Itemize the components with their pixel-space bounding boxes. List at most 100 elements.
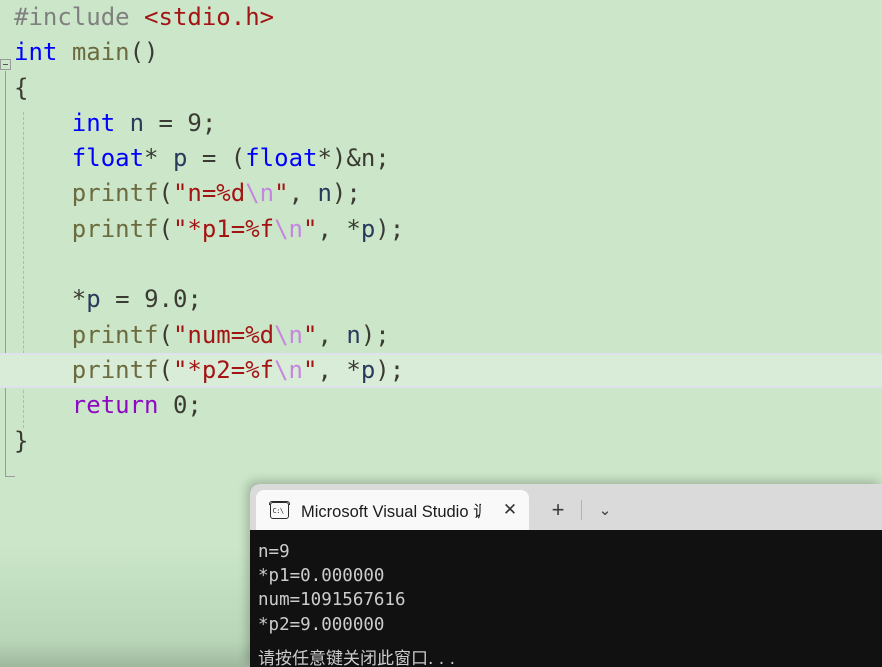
code-line-text: float* p = (float*)&n; [14,141,390,176]
code-token: *) [317,144,347,173]
code-token: " [303,355,318,384]
code-line-text: printf("num=%d\n", n); [14,318,390,353]
code-content[interactable]: #include <stdio.h> int main(){ int n = 9;… [0,0,882,459]
code-line-text: *p = 9.0; [14,282,202,317]
chevron-down-icon[interactable]: ⌄ [588,490,622,530]
code-token: "*p1=%f [172,214,275,243]
terminal-output-line: *p1=0.000000 [258,566,385,587]
code-token: p [360,355,376,384]
code-line-text: { [14,71,28,106]
code-line-text: printf("*p1=%f\n", *p); [14,212,404,247]
code-token: <stdio.h> [144,3,275,31]
code-line[interactable]: int main() [0,35,882,70]
code-token: ; [187,285,202,314]
code-line[interactable] [0,247,882,282]
terminal-tab-title: Microsoft Visual Studio 调试挖 [301,503,481,521]
terminal-tab[interactable]: Microsoft Visual Studio 调试挖 ✕ [256,490,529,530]
code-token: , [317,214,347,243]
code-token: " [274,179,289,208]
code-line[interactable]: #include <stdio.h> [0,0,882,35]
code-token: \n [274,214,304,243]
code-token: ( [158,355,173,384]
new-tab-button[interactable]: + [541,490,575,530]
terminal-output-line: n=9 [258,542,290,562]
code-token: 9 [187,108,202,137]
terminal-output[interactable]: n=9 *p1=0.000000 num=1091567616 *p2=9.00000… [250,530,882,667]
code-token: ; [375,144,390,173]
code-token: " [303,320,318,349]
code-token: \n [274,320,304,349]
code-line-text: } [14,424,28,459]
code-token: , [288,179,318,208]
code-token: () [129,38,159,67]
code-token: ; [187,391,202,420]
code-token: ; [201,108,217,137]
code-line[interactable]: return 0; [0,388,882,423]
code-token: ( [158,179,173,208]
code-token: ( [158,214,173,243]
code-line[interactable]: int n = 9; [0,106,882,141]
code-line[interactable]: { [0,71,882,106]
code-line[interactable]: printf("*p1=%f\n", *p); [0,212,882,247]
terminal-tab-bar[interactable]: Microsoft Visual Studio 调试挖 ✕ + ⌄ [250,484,882,530]
code-token: n [317,179,332,208]
code-token: #include [14,3,130,31]
code-token: printf [71,179,159,208]
terminal-window[interactable]: Microsoft Visual Studio 调试挖 ✕ + ⌄ n=9 *p1… [250,484,882,667]
code-token: = [144,108,188,137]
code-line[interactable]: printf("*p2=%f\n", *p); [0,352,882,389]
code-token: int [71,108,116,137]
code-line[interactable]: *p = 9.0; [0,282,882,317]
code-token: , [317,320,347,349]
terminal-output-line: num=1091567616 [258,590,406,611]
code-line-text: #include <stdio.h> [14,0,274,35]
code-token: float [245,144,318,173]
code-token: * [71,285,87,314]
code-token: = [100,285,145,314]
code-token: n [129,108,145,137]
close-icon[interactable]: ✕ [495,495,525,525]
fold-guide-end [5,476,15,477]
code-token: ); [360,320,390,349]
code-line-text: printf("*p2=%f\n", *p); [14,353,404,388]
code-token: * [144,144,173,173]
code-token: " [303,214,318,243]
toolbar-divider [581,500,582,520]
code-token: p [360,214,376,243]
code-token: main [71,38,130,67]
code-token: &n [346,144,376,173]
code-token: ); [375,355,405,384]
code-line-text: return 0; [14,388,202,423]
code-line[interactable]: float* p = (float*)&n; [0,141,882,176]
code-line[interactable]: printf("n=%d\n", n); [0,176,882,211]
code-token: ( [230,144,246,173]
code-line-text: printf("n=%d\n", n); [14,176,361,211]
terminal-output-lines: n=9 *p1=0.000000 num=1091567616 *p2=9.00000… [258,540,882,637]
code-token: * [346,214,361,243]
code-token: p [172,144,188,173]
code-token: * [346,355,361,384]
code-token: "num=%d [172,320,275,349]
code-line-text: int main() [14,35,159,70]
code-token: n [346,320,361,349]
code-token: { [14,73,29,102]
code-line[interactable]: printf("num=%d\n", n); [0,318,882,353]
code-line[interactable]: } [0,424,882,459]
code-token: printf [71,214,159,243]
code-token: float [71,144,145,173]
code-line-text: int n = 9; [14,106,217,141]
command-prompt-icon [269,500,290,519]
code-token: = [187,144,231,173]
code-token: int [14,38,58,67]
code-token: \n [245,179,275,208]
